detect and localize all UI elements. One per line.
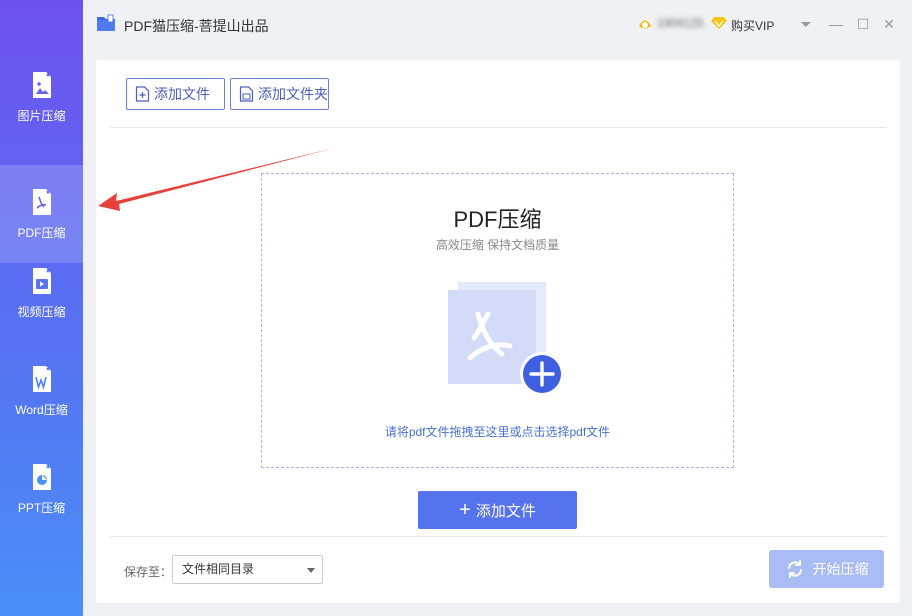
start-compress-button[interactable]: 开始压缩 [769,550,884,588]
sidebar: 图片压缩 PDF压缩 视频压缩 Word压缩 PPT压缩 [0,0,83,616]
image-file-icon [32,71,51,98]
sidebar-item-label: PDF压缩 [17,225,66,240]
save-location-value: 文件相同目录 [182,562,255,576]
pdf-drop-zone[interactable]: PDF压缩 高效压缩 保持文档质量 请将pdf文件拖拽至这里或点击选择pdf文件 [261,173,734,468]
menu-dropdown-icon[interactable]: ⏷ [797,15,815,33]
save-location-select[interactable]: 文件相同目录 [172,555,323,584]
plus-icon: + [459,499,471,521]
video-file-icon [32,267,51,294]
add-folder-toolbar-label: 添加文件夹 [258,86,328,102]
add-file-label: 添加文件 [475,502,536,520]
sidebar-item-image[interactable]: 图片压缩 [0,48,83,146]
save-to-label: 保存至： [124,565,173,579]
sidebar-item-label: PPT压缩 [17,500,66,515]
add-file-toolbar-label: 添加文件 [154,86,210,102]
add-file-icon [135,86,150,102]
divider [110,127,886,128]
main-panel: 添加文件 添加文件夹 PDF压缩 高效压缩 保持文档质量 请将pdf文件拖拽至这… [96,60,900,603]
dropzone-subtitle: 高效压缩 保持文档质量 [435,238,560,252]
chevron-down-icon [307,568,315,573]
user-name[interactable]: 1904125 [657,16,704,30]
dropzone-title: PDF压缩 [453,207,542,232]
minimize-button[interactable]: — [827,15,845,33]
pdf-file-icon [32,188,51,215]
sidebar-item-label: 图片压缩 [17,108,66,123]
sidebar-item-label: Word压缩 [15,402,68,417]
buy-vip-link[interactable]: 购买VIP [731,17,774,34]
ppt-file-icon [32,463,51,490]
start-compress-label: 开始压缩 [812,561,869,577]
sidebar-item-label: 视频压缩 [17,304,66,319]
add-folder-icon [239,86,254,102]
word-file-icon [32,365,51,392]
divider [110,536,886,537]
add-file-button[interactable]: + 添加文件 [418,491,577,529]
close-button[interactable]: ✕ [880,15,898,33]
user-avatar-icon[interactable] [637,16,653,32]
sidebar-item-word[interactable]: Word压缩 [0,342,83,440]
add-file-toolbar-button[interactable]: 添加文件 [126,78,225,110]
pdf-add-illustration-icon [448,282,564,394]
sidebar-item-ppt[interactable]: PPT压缩 [0,440,83,538]
dropzone-hint: 请将pdf文件拖拽至这里或点击选择pdf文件 [384,425,611,439]
sidebar-item-video[interactable]: 视频压缩 [0,244,83,342]
add-folder-toolbar-button[interactable]: 添加文件夹 [230,78,329,110]
sync-icon [787,560,802,578]
title-bar: PDF猫压缩-菩提山出品 1904125 购买VIP ⏷ — ☐ ✕ [83,0,912,48]
app-title: PDF猫压缩-菩提山出品 [124,18,269,34]
diamond-vip-icon[interactable] [711,16,727,30]
maximize-button[interactable]: ☐ [854,15,872,33]
app-logo-icon [97,14,115,31]
